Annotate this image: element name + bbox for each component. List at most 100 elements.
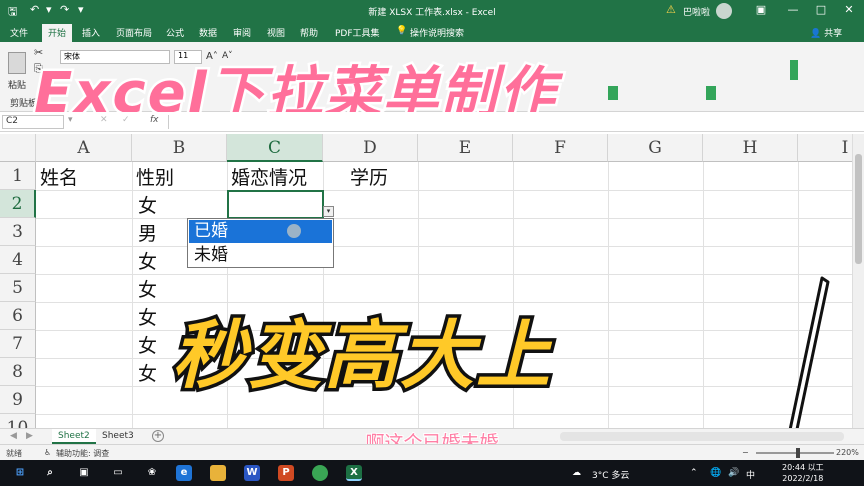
warning-icon[interactable]: ⚠: [666, 3, 676, 16]
folder-icon[interactable]: [210, 465, 226, 481]
column-header-i[interactable]: I: [798, 134, 852, 162]
row-header-4[interactable]: 4: [0, 246, 36, 274]
row-header-5[interactable]: 5: [0, 274, 36, 302]
chevron-down-icon[interactable]: ▾: [46, 3, 52, 16]
save-icon[interactable]: 🖫: [8, 3, 17, 22]
powerpoint-icon[interactable]: P: [278, 465, 294, 481]
cancel-icon[interactable]: ✕: [100, 115, 108, 125]
row-header-1[interactable]: 1: [0, 162, 36, 190]
dropdown-arrow-icon[interactable]: ▾: [323, 206, 334, 217]
column-header-h[interactable]: H: [703, 134, 798, 162]
cell-a1[interactable]: 姓名: [40, 164, 78, 192]
input-method-icon[interactable]: 中: [746, 468, 755, 481]
horizontal-scrollbar[interactable]: [560, 432, 844, 441]
ribbon-display-icon[interactable]: ▣: [752, 3, 770, 16]
accessibility-status[interactable]: 辅助功能: 调查: [56, 448, 109, 459]
cell-c1[interactable]: 婚恋情况: [231, 164, 307, 192]
row-header-2[interactable]: 2: [0, 190, 36, 218]
customize-qat-icon[interactable]: ▾: [78, 3, 84, 16]
search-icon[interactable]: ⌕: [42, 465, 58, 481]
paste-label[interactable]: 粘贴: [8, 78, 26, 91]
cell-b5[interactable]: 女: [138, 276, 157, 304]
avatar[interactable]: [716, 3, 732, 19]
undo-icon[interactable]: ↶: [30, 3, 39, 16]
row-header-8[interactable]: 8: [0, 358, 36, 386]
cell-b3[interactable]: 男: [138, 220, 157, 248]
tab-file[interactable]: 文件: [10, 26, 28, 39]
paste-icon[interactable]: [8, 52, 26, 74]
dropdown-option-married[interactable]: 已婚: [189, 220, 332, 243]
prev-sheet-icon[interactable]: ◀: [10, 431, 17, 441]
network-icon[interactable]: 🌐: [710, 468, 721, 478]
sheet-tab-sheet2[interactable]: Sheet2: [52, 429, 96, 444]
maximize-icon[interactable]: □: [812, 3, 830, 16]
row-header-6[interactable]: 6: [0, 302, 36, 330]
add-sheet-icon[interactable]: +: [152, 430, 164, 442]
tab-formulas[interactable]: 公式: [166, 26, 184, 39]
task-view-icon[interactable]: ▣: [76, 465, 92, 481]
cell-b1[interactable]: 性别: [136, 164, 174, 192]
edge-browser-icon[interactable]: e: [176, 465, 192, 481]
minimize-icon[interactable]: —: [784, 3, 802, 16]
namebox-dropdown-icon[interactable]: ▾: [68, 115, 73, 125]
row-header-3[interactable]: 3: [0, 218, 36, 246]
select-all-corner[interactable]: [0, 134, 36, 162]
user-name[interactable]: 巴啦啦: [683, 5, 710, 18]
word-icon[interactable]: W: [244, 465, 260, 481]
tab-pdf-tools[interactable]: PDF工具集: [335, 26, 380, 39]
excel-icon[interactable]: X: [346, 465, 362, 481]
dropdown-option-unmarried[interactable]: 未婚: [189, 244, 332, 267]
name-box[interactable]: C2: [2, 115, 64, 129]
column-header-f[interactable]: F: [513, 134, 608, 162]
tab-help[interactable]: 帮助: [300, 26, 318, 39]
file-explorer-icon[interactable]: ▭: [110, 465, 126, 481]
volume-icon[interactable]: 🔊: [728, 468, 739, 478]
column-header-g[interactable]: G: [608, 134, 703, 162]
vertical-scrollbar[interactable]: [852, 134, 864, 428]
accessibility-icon[interactable]: ♿: [44, 448, 51, 457]
share-button[interactable]: 👤 共享: [810, 26, 842, 39]
column-header-c[interactable]: C: [227, 134, 323, 162]
close-icon[interactable]: ✕: [840, 3, 858, 16]
weather-icon[interactable]: ☁: [572, 468, 581, 478]
windows-start-icon[interactable]: ⊞: [12, 465, 28, 481]
scrollbar-thumb[interactable]: [855, 154, 862, 264]
zoom-level[interactable]: 220%: [836, 448, 859, 457]
tell-me-search[interactable]: 操作说明搜索: [410, 26, 464, 39]
cell-b4[interactable]: 女: [138, 248, 157, 276]
tray-chevron-icon[interactable]: ⌃: [690, 468, 698, 478]
system-clock[interactable]: 20:44 以工 2022/2/18: [782, 462, 824, 484]
tab-data[interactable]: 数据: [199, 26, 217, 39]
column-header-d[interactable]: D: [323, 134, 418, 162]
row-header-9[interactable]: 9: [0, 386, 36, 414]
column-header-a[interactable]: A: [36, 134, 132, 162]
cell-b6[interactable]: 女: [138, 304, 157, 332]
zoom-slider-thumb[interactable]: [796, 448, 800, 458]
cell-d1[interactable]: 学历: [350, 164, 388, 192]
redo-icon[interactable]: ↷: [60, 3, 69, 16]
column-header-b[interactable]: B: [132, 134, 227, 162]
tab-review[interactable]: 审阅: [233, 26, 251, 39]
row-header-10[interactable]: 10: [0, 414, 36, 428]
tab-view[interactable]: 视图: [267, 26, 285, 39]
cell-b2[interactable]: 女: [138, 192, 157, 220]
sheet-tab-sheet3[interactable]: Sheet3: [96, 429, 140, 444]
cell-b7[interactable]: 女: [138, 332, 157, 360]
cell-b8[interactable]: 女: [138, 360, 157, 388]
fx-icon[interactable]: fx: [150, 115, 159, 125]
browser-icon[interactable]: [312, 465, 328, 481]
tab-page-layout[interactable]: 页面布局: [116, 26, 152, 39]
gridline: [36, 218, 852, 219]
zoom-slider[interactable]: [756, 452, 834, 454]
column-header-e[interactable]: E: [418, 134, 513, 162]
tab-insert[interactable]: 插入: [82, 26, 100, 39]
next-sheet-icon[interactable]: ▶: [26, 431, 33, 441]
validation-dropdown-list[interactable]: 已婚 未婚: [187, 218, 334, 268]
row-header-7[interactable]: 7: [0, 330, 36, 358]
zoom-out-icon[interactable]: −: [742, 448, 749, 457]
active-cell-c2[interactable]: [227, 190, 324, 219]
tab-home[interactable]: 开始: [42, 24, 73, 42]
weather-status[interactable]: 3°C 多云: [592, 468, 629, 481]
widgets-icon[interactable]: ❀: [144, 465, 160, 481]
enter-icon[interactable]: ✓: [122, 115, 130, 125]
